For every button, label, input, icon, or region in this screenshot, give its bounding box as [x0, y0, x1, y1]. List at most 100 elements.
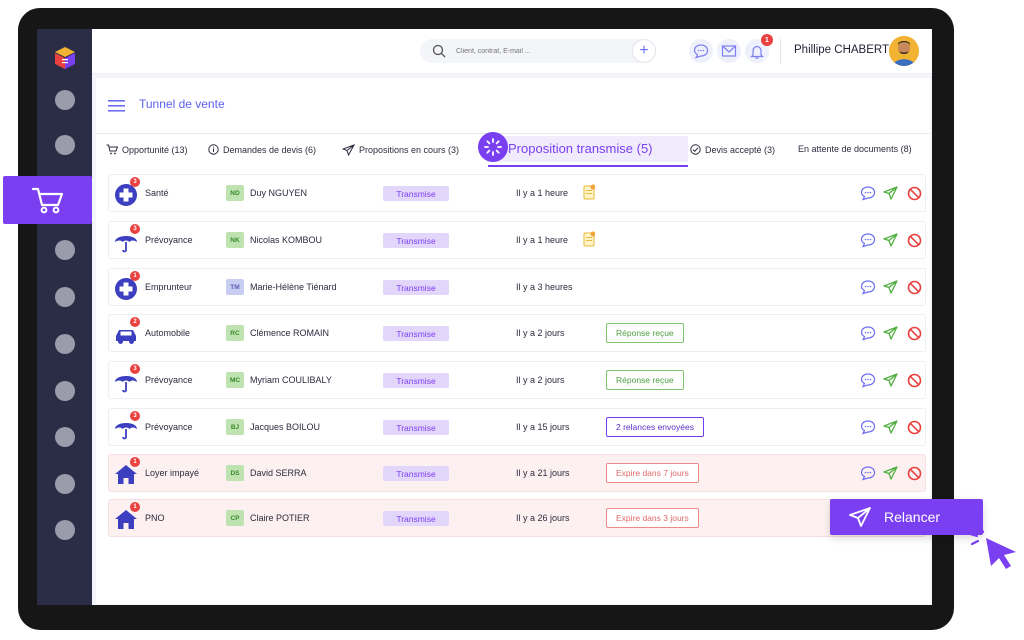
send-icon[interactable] — [881, 324, 899, 342]
category-label: PNO — [145, 513, 165, 523]
status-badge: Transmise — [383, 280, 449, 295]
client-name[interactable]: Nicolas KOMBOU — [250, 235, 322, 245]
tab-propositions-en-cours[interactable]: Propositions en cours (3) — [342, 144, 459, 156]
cancel-icon[interactable] — [905, 184, 923, 202]
chat-bubble-icon — [693, 44, 709, 59]
tab-en-attente-de-documents[interactable]: En attente de documents (8) — [798, 144, 912, 154]
table-row[interactable]: 3 Santé ND Duy NGUYEN Transmise Il y a 1 heur… — [108, 174, 926, 212]
sidebar-item-7[interactable] — [55, 381, 75, 401]
client-initials: NK — [226, 232, 244, 248]
chat-bubble-icon[interactable] — [859, 184, 877, 202]
client-name[interactable]: Jacques BOILOU — [250, 422, 320, 432]
client-name[interactable]: Clémence ROMAIN — [250, 328, 329, 338]
category-count-badge: 3 — [130, 177, 140, 187]
tab-label: Propositions en cours (3) — [359, 145, 460, 155]
category-count-badge: 1 — [130, 457, 140, 467]
mail-button[interactable] — [717, 39, 741, 63]
client-name[interactable]: Myriam COULIBALY — [250, 375, 332, 385]
sidebar — [37, 29, 92, 605]
top-bar: + 1 Phillipe CHABERT — [92, 29, 932, 74]
category-label: Loyer impayé — [145, 468, 200, 478]
chat-bubble-icon[interactable] — [859, 464, 877, 482]
active-tab-indicator — [488, 165, 688, 167]
tab-proposition-transmise[interactable]: Proposition transmise (5) — [488, 136, 688, 162]
loading-spinner-icon — [478, 132, 508, 162]
avatar[interactable] — [889, 36, 919, 66]
menu-icon[interactable] — [108, 100, 125, 112]
client-initials: RC — [226, 325, 244, 341]
elapsed-time: Il y a 1 heure — [516, 235, 569, 245]
category-count-badge: 3 — [130, 224, 140, 234]
tab-label: Opportunité (13) — [122, 144, 188, 155]
client-name[interactable]: Marie-Hélène Tiénard — [250, 282, 337, 292]
sidebar-item-2[interactable] — [55, 135, 75, 155]
table-row[interactable]: 3 Prévoyance NK Nicolas KOMBOU Transmise Il y… — [108, 221, 926, 259]
table-row[interactable]: 1 Emprunteur TM Marie-Hélène Tiénard Transmi… — [108, 268, 926, 306]
sidebar-item-10[interactable] — [55, 520, 75, 540]
sidebar-item-1[interactable] — [55, 90, 75, 110]
send-icon[interactable] — [881, 231, 899, 249]
table-row[interactable]: 1 Loyer impayé DS David SERRA Transmise Il y … — [108, 454, 926, 492]
send-icon[interactable] — [881, 184, 899, 202]
brand-logo-icon — [55, 47, 75, 69]
chat-bubble-icon[interactable] — [859, 278, 877, 296]
tab-demandes-de-devis[interactable]: Demandes de devis (6) — [208, 144, 316, 155]
notifications-button[interactable]: 1 — [745, 34, 773, 63]
chat-button[interactable] — [689, 39, 713, 63]
elapsed-time: Il y a 1 heure — [516, 188, 569, 198]
cart-icon — [106, 144, 118, 155]
user-name[interactable]: Phillipe CHABERT — [794, 44, 889, 56]
search-input[interactable] — [456, 43, 626, 59]
cancel-icon[interactable] — [905, 324, 923, 342]
elapsed-time: Il y a 15 jours — [516, 422, 570, 432]
elapsed-time: Il y a 21 jours — [516, 468, 570, 478]
status-badge: Transmise — [383, 420, 449, 435]
client-initials: DS — [226, 465, 244, 481]
category-count-badge: 3 — [130, 411, 140, 421]
sidebar-item-9[interactable] — [55, 474, 75, 494]
sidebar-item-sales-active[interactable] — [3, 176, 92, 224]
sidebar-item-4[interactable] — [55, 240, 75, 260]
check-circle-icon — [690, 144, 701, 155]
search-icon — [432, 44, 446, 58]
send-icon[interactable] — [881, 464, 899, 482]
document-icon[interactable] — [583, 231, 596, 247]
send-icon[interactable] — [881, 418, 899, 436]
sidebar-item-5[interactable] — [55, 287, 75, 307]
send-icon[interactable] — [881, 278, 899, 296]
tab-label: En attente de documents (8) — [798, 144, 912, 154]
cancel-icon[interactable] — [905, 464, 923, 482]
status-badge: Transmise — [383, 373, 449, 388]
category-count-badge: 3 — [130, 364, 140, 374]
chat-bubble-icon[interactable] — [859, 418, 877, 436]
chat-bubble-icon[interactable] — [859, 371, 877, 389]
table-row[interactable]: 2 Automobile RC Clémence ROMAIN Transmise Il … — [108, 314, 926, 352]
elapsed-time: Il y a 2 jours — [516, 375, 565, 385]
content-card: Tunnel de vente Opportunité (13) Demande… — [96, 78, 930, 604]
tab-opportunite[interactable]: Opportunité (13) — [106, 144, 188, 155]
chat-bubble-icon[interactable] — [859, 231, 877, 249]
document-icon[interactable] — [583, 184, 596, 200]
table-row[interactable]: 1 PNO CP Claire POTIER Transmise Il y a 26 jo… — [108, 499, 926, 537]
cancel-icon[interactable] — [905, 231, 923, 249]
client-initials: MC — [226, 372, 244, 388]
follow-up-tag: Expire dans 3 jours — [606, 508, 699, 528]
client-name[interactable]: David SERRA — [250, 468, 307, 478]
cancel-icon[interactable] — [905, 278, 923, 296]
tab-devis-accepte[interactable]: Devis accepté (3) — [690, 144, 775, 155]
add-button[interactable]: + — [632, 39, 656, 63]
tab-label: Demandes de devis (6) — [223, 144, 317, 155]
cancel-icon[interactable] — [905, 371, 923, 389]
plus-icon: + — [639, 42, 649, 59]
table-row[interactable]: 3 Prévoyance BJ Jacques BOILOU Transmise Il y… — [108, 408, 926, 446]
sidebar-item-8[interactable] — [55, 427, 75, 447]
client-name[interactable]: Claire POTIER — [250, 513, 310, 523]
cancel-icon[interactable] — [905, 418, 923, 436]
relancer-button[interactable]: Relancer — [830, 499, 983, 535]
chat-bubble-icon[interactable] — [859, 324, 877, 342]
send-icon[interactable] — [881, 371, 899, 389]
status-badge: Transmise — [383, 511, 449, 526]
table-row[interactable]: 3 Prévoyance MC Myriam COULIBALY Transmise Il… — [108, 361, 926, 399]
client-name[interactable]: Duy NGUYEN — [250, 188, 307, 198]
sidebar-item-6[interactable] — [55, 334, 75, 354]
